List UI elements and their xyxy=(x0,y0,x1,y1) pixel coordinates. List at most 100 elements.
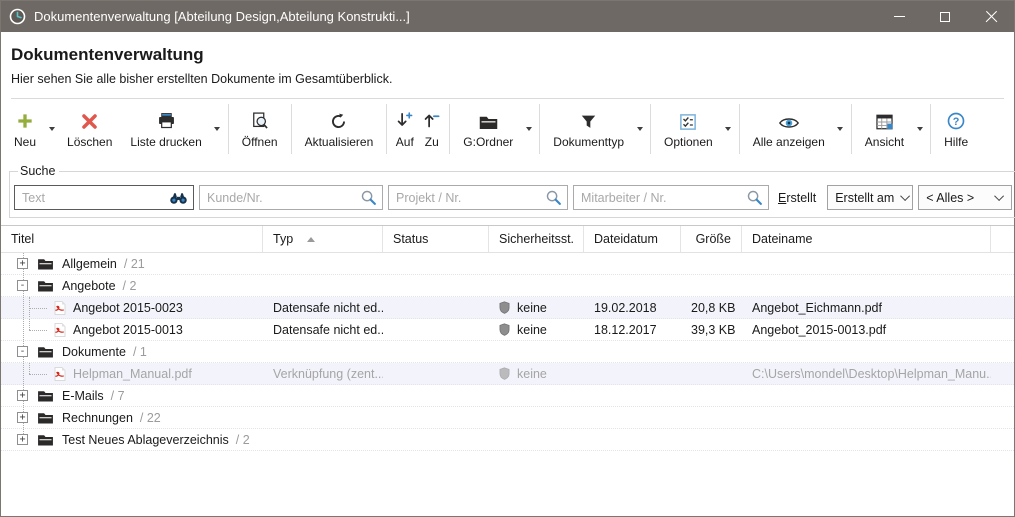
filter-icon xyxy=(579,109,598,131)
search-group-label: Suche xyxy=(18,164,59,178)
maximize-icon xyxy=(940,12,950,22)
close-icon xyxy=(985,10,998,23)
mitarbeiter-search-field[interactable] xyxy=(573,185,769,210)
table-rows: + Allgemein / 21 - Angebote / 2 xyxy=(1,253,1014,451)
kunde-search-input[interactable] xyxy=(207,191,356,205)
pdf-file-icon xyxy=(54,301,66,315)
kunde-search-field[interactable] xyxy=(199,185,383,210)
table-row-folder-emails[interactable]: + E-Mails / 7 xyxy=(1,385,1014,407)
close-button[interactable] xyxy=(968,1,1014,32)
folder-icon xyxy=(37,411,54,424)
dokumenttyp-button[interactable]: Dokumenttyp xyxy=(544,99,633,159)
folder-icon xyxy=(37,433,54,446)
expand-plus-icon[interactable]: + xyxy=(17,390,28,401)
minimize-button[interactable] xyxy=(876,1,922,32)
folder-icon xyxy=(37,345,54,358)
table-row-folder-allgemein[interactable]: + Allgemein / 21 xyxy=(1,253,1014,275)
options-checklist-icon xyxy=(679,109,697,131)
folder-icon xyxy=(37,257,54,270)
mitarbeiter-search-input[interactable] xyxy=(581,191,742,205)
page-title: Dokumentenverwaltung xyxy=(11,45,1004,65)
collapse-minus-icon[interactable]: - xyxy=(17,280,28,291)
chevron-down-icon xyxy=(900,191,910,201)
binoculars-icon xyxy=(169,191,188,205)
printer-icon xyxy=(156,109,177,131)
magnifier-icon xyxy=(746,189,763,206)
table-row-document[interactable]: Helpman_Manual.pdf Verknüpfung (zent... … xyxy=(1,363,1014,385)
text-search-field[interactable] xyxy=(14,185,194,210)
neu-dropdown-arrow[interactable] xyxy=(45,99,58,159)
column-header-status[interactable]: Status xyxy=(383,226,489,252)
table-row-folder-test-neues-ablageverzeichnis[interactable]: + Test Neues Ablageverzeichnis / 2 xyxy=(1,429,1014,451)
grid-view-icon xyxy=(875,109,894,131)
dokumenttyp-dropdown-arrow[interactable] xyxy=(633,99,646,159)
neu-button[interactable]: Neu xyxy=(5,99,45,159)
erstellt-label: Erstellt xyxy=(778,191,816,205)
collapse-minus-icon[interactable]: - xyxy=(17,346,28,357)
chevron-down-icon xyxy=(994,191,1004,201)
window-title: Dokumentenverwaltung [Abteilung Design,A… xyxy=(34,9,876,24)
alle-anzeigen-button[interactable]: Alle anzeigen xyxy=(744,99,834,159)
ansicht-dropdown-arrow[interactable] xyxy=(913,99,926,159)
liste-drucken-dropdown-arrow[interactable] xyxy=(211,99,224,159)
table-header-row: Titel Typ Status Sicherheitsst. Dateidat… xyxy=(1,226,1014,253)
erstellt-range-dropdown[interactable]: < Alles > xyxy=(918,185,1012,210)
projekt-search-field[interactable] xyxy=(388,185,568,210)
gordner-button[interactable]: G:Ordner xyxy=(454,99,522,159)
table-row-document[interactable]: Angebot 2015-0023 Datensafe nicht ed... … xyxy=(1,297,1014,319)
alle-anzeigen-dropdown-arrow[interactable] xyxy=(834,99,847,159)
optionen-dropdown-arrow[interactable] xyxy=(722,99,735,159)
column-header-titel[interactable]: Titel xyxy=(1,226,263,252)
auf-button[interactable]: Auf xyxy=(391,99,418,159)
toolbar-separator xyxy=(739,104,740,154)
plus-icon xyxy=(15,109,35,131)
gordner-dropdown-arrow[interactable] xyxy=(522,99,535,159)
toolbar-separator xyxy=(291,104,292,154)
column-header-sicherheitsst[interactable]: Sicherheitsst. xyxy=(489,226,584,252)
toolbar-separator xyxy=(386,104,387,154)
toolbar-separator xyxy=(449,104,450,154)
erstellt-mode-value: Erstellt am xyxy=(835,191,894,205)
liste-drucken-button[interactable]: Liste drucken xyxy=(121,99,210,159)
text-search-input[interactable] xyxy=(22,191,165,205)
pdf-file-icon xyxy=(54,323,66,337)
column-header-groesse[interactable]: Größe xyxy=(681,226,742,252)
table-row-folder-rechnungen[interactable]: + Rechnungen / 22 xyxy=(1,407,1014,429)
sort-asc-icon xyxy=(307,237,315,242)
magnifier-icon xyxy=(545,189,562,206)
folder-icon xyxy=(478,109,499,131)
column-header-typ[interactable]: Typ xyxy=(263,226,383,252)
table-row-document[interactable]: Angebot 2015-0013 Datensafe nicht ed... … xyxy=(1,319,1014,341)
expand-plus-icon[interactable]: + xyxy=(17,434,28,445)
document-table: Titel Typ Status Sicherheitsst. Dateidat… xyxy=(1,225,1014,516)
optionen-button[interactable]: Optionen xyxy=(655,99,722,159)
ansicht-button[interactable]: Ansicht xyxy=(856,99,913,159)
column-header-dateiname[interactable]: Dateiname xyxy=(742,226,991,252)
eye-icon xyxy=(778,109,800,131)
zu-button[interactable]: Zu xyxy=(418,99,445,159)
title-bar: Dokumentenverwaltung [Abteilung Design,A… xyxy=(1,1,1014,32)
oeffnen-button[interactable]: Öffnen xyxy=(233,99,287,159)
aktualisieren-button[interactable]: Aktualisieren xyxy=(296,99,383,159)
projekt-search-input[interactable] xyxy=(396,191,541,205)
toolbar-separator xyxy=(650,104,651,154)
search-groupbox: Suche xyxy=(9,164,1015,218)
shield-icon xyxy=(499,323,510,336)
column-header-filler xyxy=(991,226,1014,252)
loeschen-button[interactable]: Löschen xyxy=(58,99,121,159)
expand-plus-icon[interactable]: + xyxy=(17,258,28,269)
maximize-button[interactable] xyxy=(922,1,968,32)
table-row-folder-angebote[interactable]: - Angebote / 2 xyxy=(1,275,1014,297)
search-area: Suche xyxy=(1,159,1014,224)
magnifier-icon xyxy=(360,189,377,206)
erstellt-mode-dropdown[interactable]: Erstellt am xyxy=(827,185,913,210)
table-row-folder-dokumente[interactable]: - Dokumente / 1 xyxy=(1,341,1014,363)
app-clock-icon xyxy=(9,8,26,25)
column-header-dateidatum[interactable]: Dateidatum xyxy=(584,226,681,252)
shield-icon xyxy=(499,367,510,380)
folder-icon xyxy=(37,389,54,402)
expand-plus-icon[interactable]: + xyxy=(17,412,28,423)
hilfe-button[interactable]: ? Hilfe xyxy=(935,99,977,159)
toolbar-separator xyxy=(228,104,229,154)
arrow-up-minus-icon xyxy=(422,109,441,131)
